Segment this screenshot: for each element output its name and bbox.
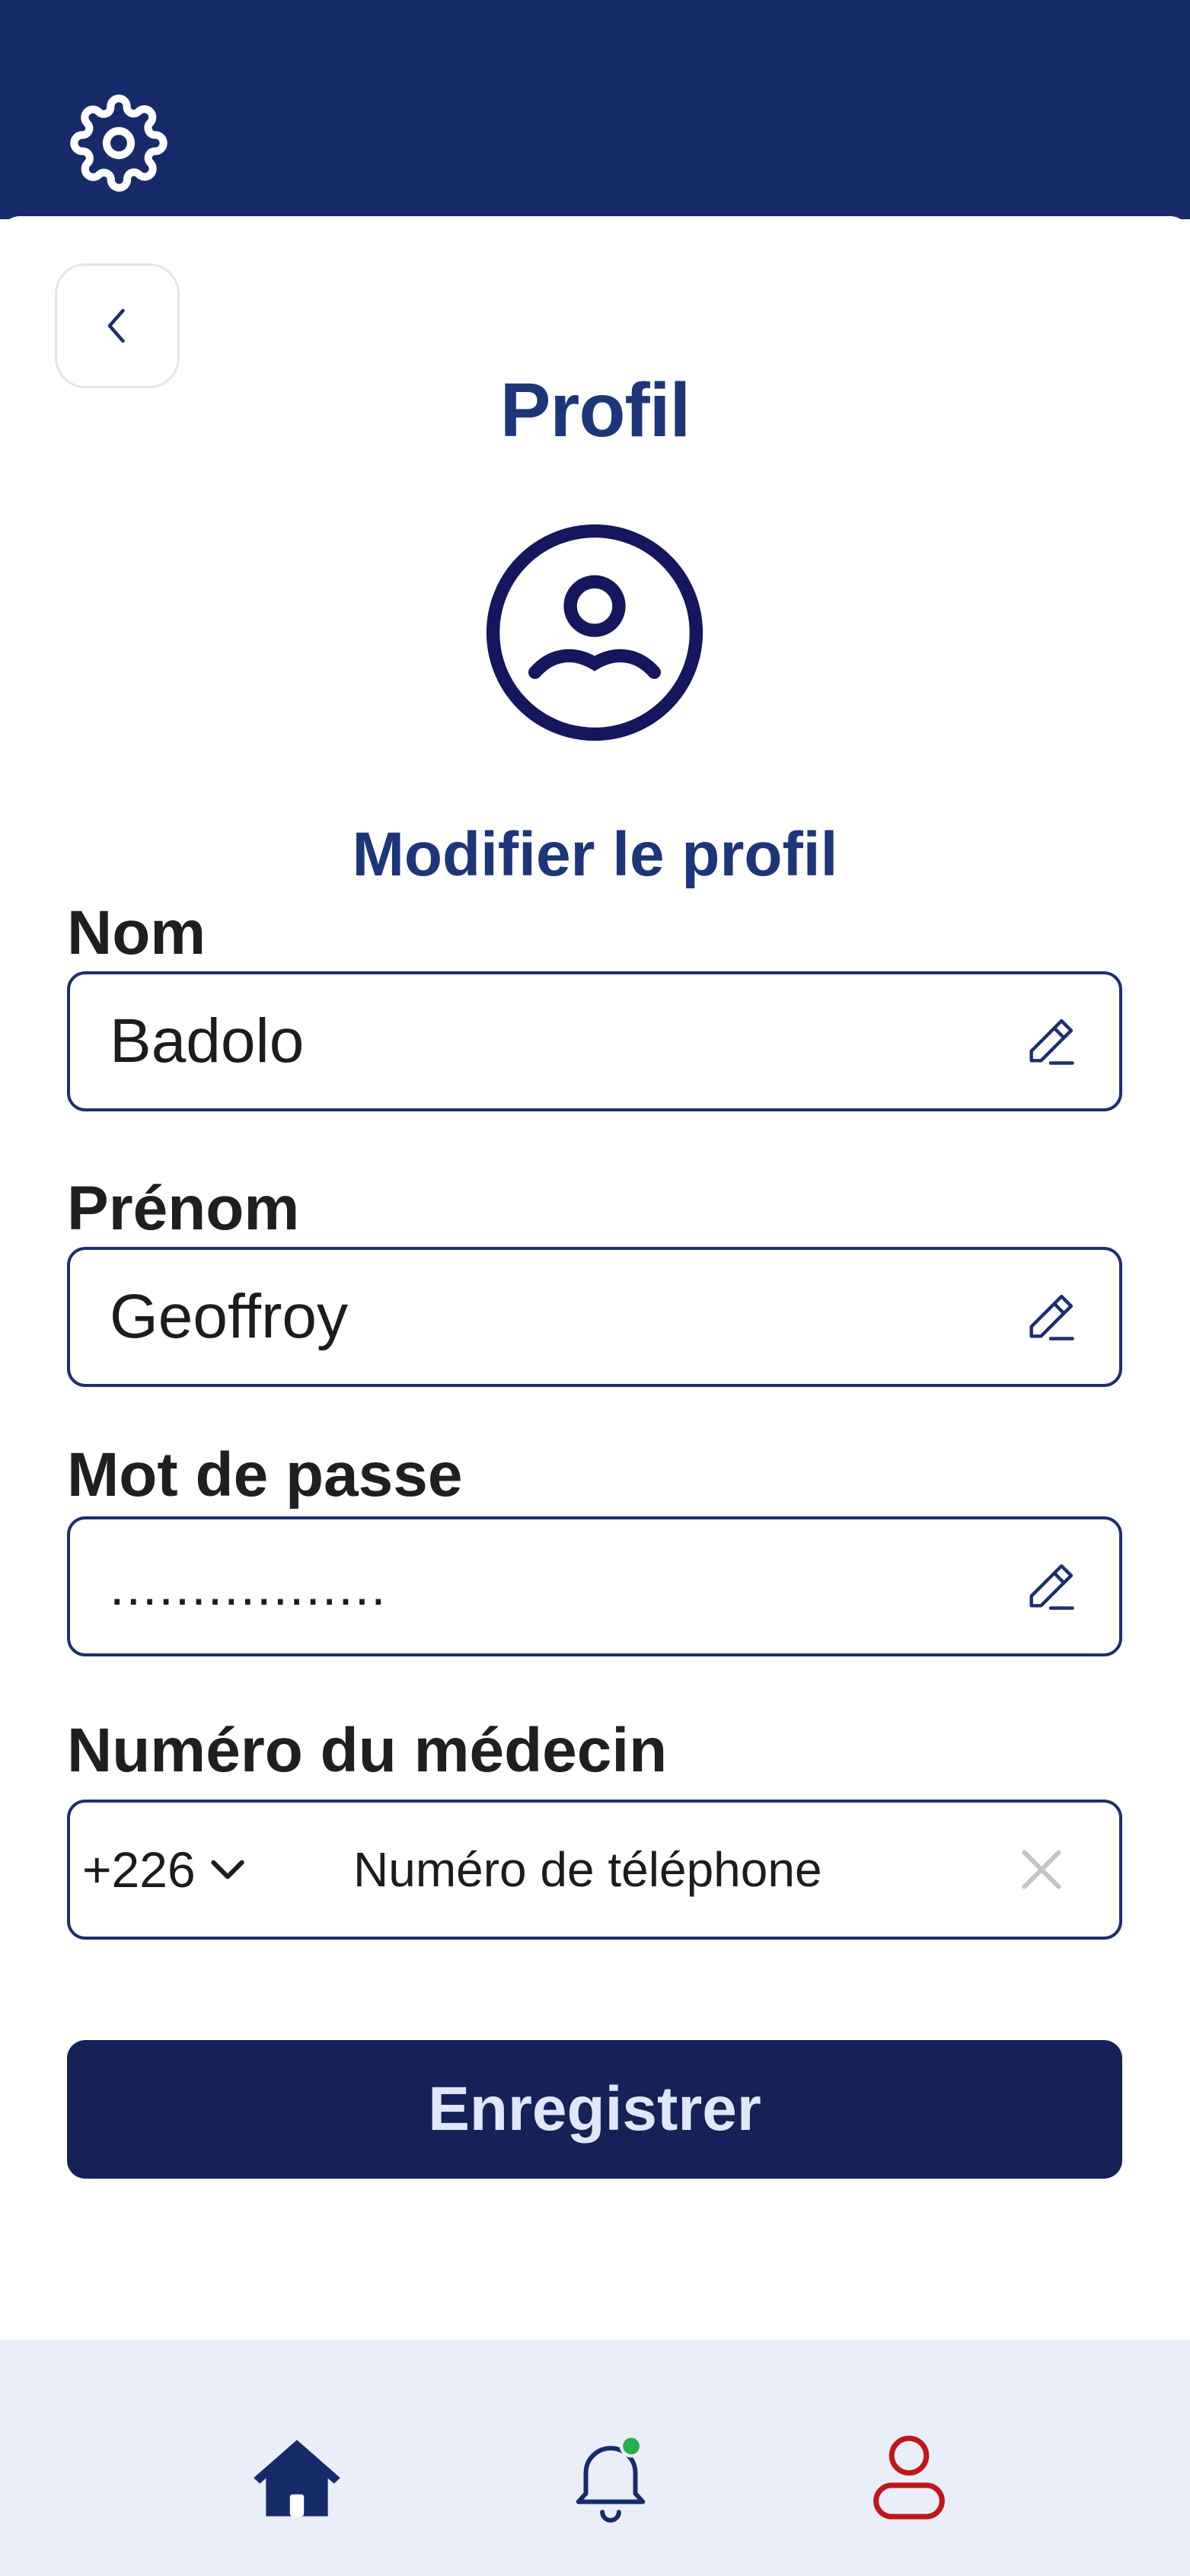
user-circle-icon (486, 524, 703, 741)
country-code: +226 (82, 1841, 196, 1898)
save-button[interactable]: Enregistrer (67, 2040, 1122, 2179)
pencil-icon[interactable] (1022, 1012, 1080, 1070)
top-bar (0, 0, 1190, 219)
nom-value: Badolo (110, 1006, 305, 1076)
password-label: Mot de passe (67, 1440, 463, 1510)
nav-home[interactable] (236, 2416, 358, 2538)
settings-button[interactable] (65, 90, 172, 196)
pencil-icon[interactable] (1022, 1557, 1080, 1615)
prenom-field[interactable]: Geoffroy (67, 1247, 1122, 1387)
doctor-phone-field: +226 (67, 1800, 1122, 1940)
chevron-down-icon (210, 1860, 244, 1879)
nav-profile[interactable] (848, 2416, 970, 2538)
country-code-select[interactable]: +226 (82, 1803, 249, 1937)
notification-badge (619, 2434, 643, 2458)
password-field[interactable]: ................. (67, 1516, 1122, 1656)
phone-input[interactable] (352, 1803, 1007, 1937)
pencil-icon[interactable] (1022, 1288, 1080, 1346)
chevron-left-icon (107, 308, 125, 343)
nom-field[interactable]: Badolo (67, 971, 1122, 1111)
password-value: ................. (110, 1557, 388, 1616)
nom-label: Nom (67, 898, 206, 968)
profile-screen: Profil Modifier le profil Nom Badolo Pré… (0, 0, 1190, 2576)
gear-icon (70, 94, 167, 192)
prenom-label: Prénom (67, 1174, 300, 1243)
section-title: Modifier le profil (352, 820, 838, 889)
close-icon[interactable] (1019, 1847, 1064, 1892)
doctor-phone-label: Numéro du médecin (67, 1716, 668, 1785)
home-icon (254, 2440, 340, 2517)
bell-icon (576, 2434, 646, 2523)
nav-notifications[interactable] (550, 2416, 672, 2538)
page-title: Profil (499, 368, 691, 453)
prenom-value: Geoffroy (110, 1282, 348, 1351)
bottom-nav (0, 2340, 1190, 2576)
user-icon (873, 2435, 945, 2520)
